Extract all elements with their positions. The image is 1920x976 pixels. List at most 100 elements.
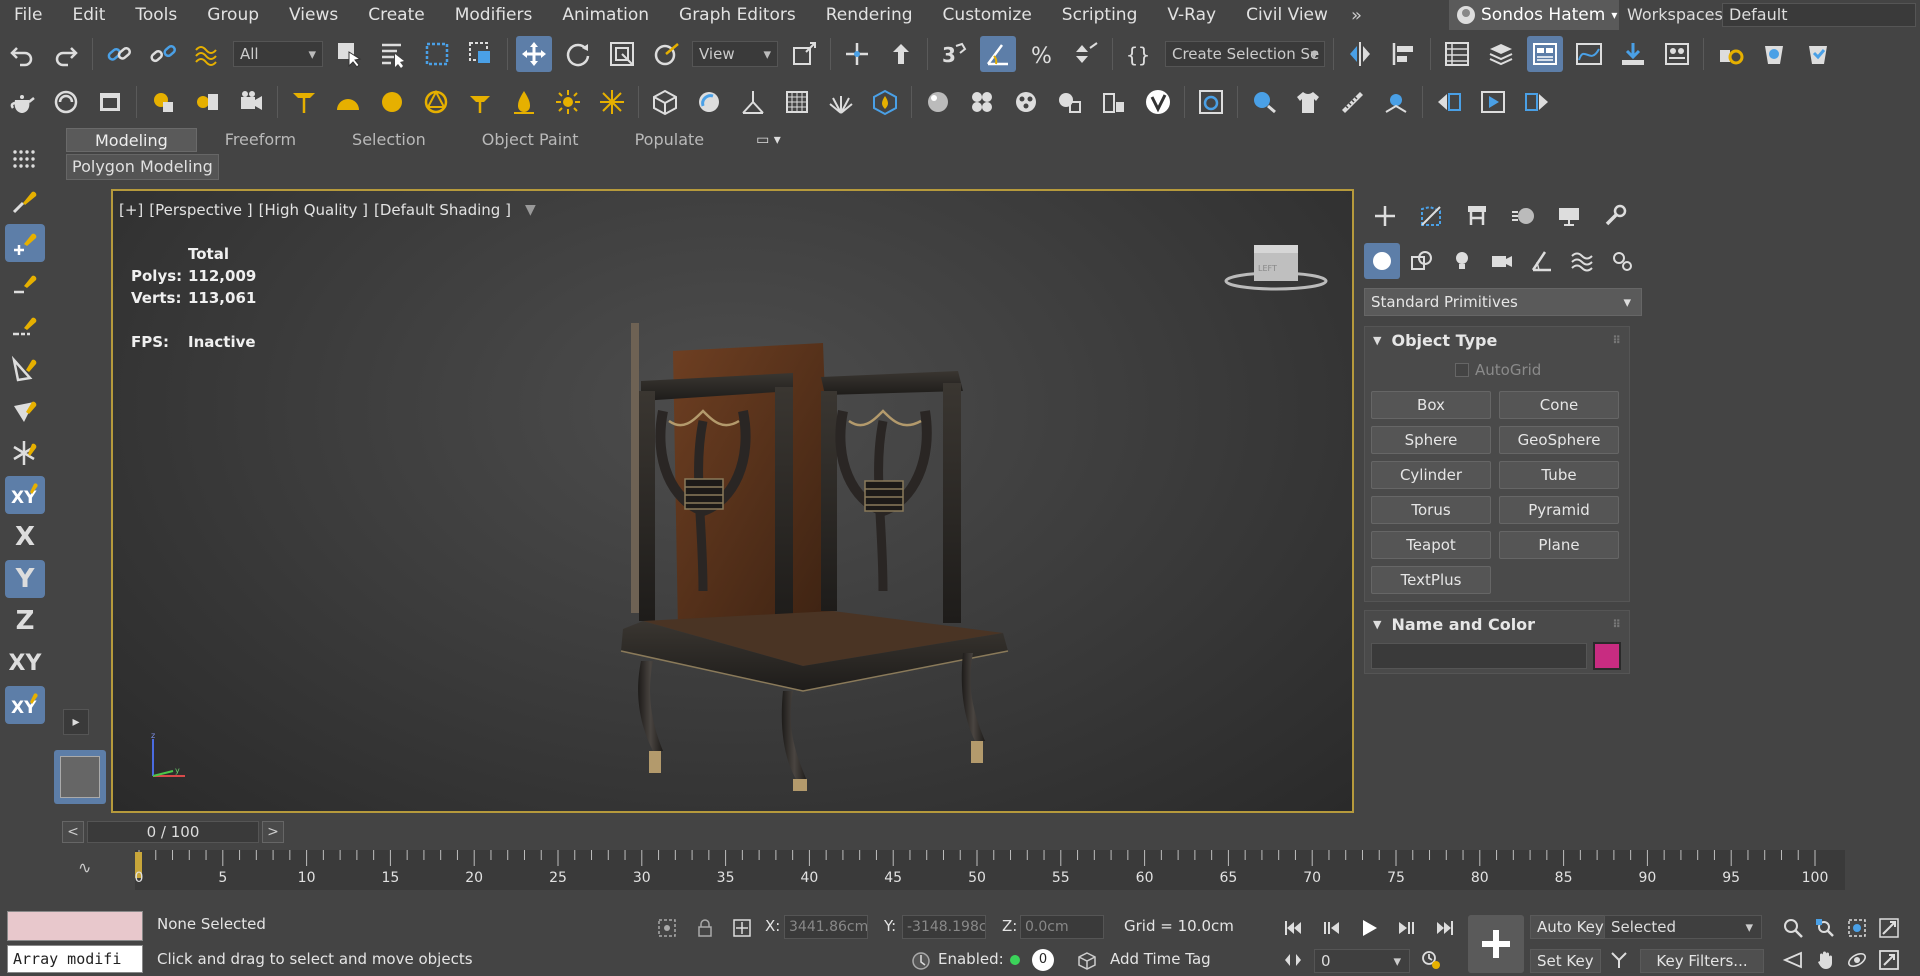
x-coordinate-field[interactable]: 3441.86cm — [784, 915, 868, 939]
time-tag-icon[interactable] — [1074, 948, 1100, 974]
render-production-icon[interactable] — [1800, 36, 1836, 72]
vray-plane-light-icon[interactable] — [286, 84, 322, 120]
paint-subtract-icon[interactable] — [5, 266, 45, 304]
bind-spacewarp-icon[interactable] — [189, 36, 225, 72]
time-configuration-icon[interactable] — [1418, 947, 1444, 973]
axis-constraint-xy-button[interactable]: XY — [5, 644, 45, 682]
perspective-viewport[interactable]: [+] [Perspective ] [High Quality ] [Defa… — [111, 189, 1354, 813]
toggle-ribbon-icon[interactable] — [1527, 36, 1563, 72]
zoom-extents-icon[interactable] — [1844, 915, 1870, 941]
vray-material-override-icon[interactable] — [189, 84, 225, 120]
viewport-quality[interactable]: [High Quality ] — [259, 201, 368, 219]
menu-rendering[interactable]: Rendering — [811, 0, 928, 30]
select-and-scale-icon[interactable] — [604, 36, 640, 72]
viewport-menu-plus[interactable]: [+] — [119, 201, 143, 219]
torus-button[interactable]: Torus — [1371, 496, 1491, 524]
vray-clipper-icon[interactable] — [735, 84, 771, 120]
selection-filter-dropdown[interactable]: All — [233, 41, 323, 67]
layer-explorer-icon[interactable] — [1483, 36, 1519, 72]
user-account-button[interactable]: Sondos Hatem ▾ — [1449, 0, 1619, 30]
paint-connect-icon[interactable] — [5, 224, 45, 262]
y-coordinate-field[interactable]: -3148.198c — [902, 915, 986, 939]
vray-proxy-icon[interactable] — [647, 84, 683, 120]
vray-sphere-light-icon[interactable] — [374, 84, 410, 120]
freeze-snowflake-icon[interactable] — [5, 434, 45, 472]
axis-constraint-xy-flyout-icon[interactable]: XY — [5, 686, 45, 724]
vray-material-converter-icon[interactable] — [1052, 84, 1088, 120]
vray-sun-icon[interactable] — [550, 84, 586, 120]
orbit-icon[interactable] — [1844, 947, 1870, 973]
create-tab-plus-icon[interactable] — [1364, 196, 1406, 236]
maximize-viewport-icon[interactable] — [1876, 947, 1902, 973]
select-and-place-icon[interactable] — [648, 36, 684, 72]
autogrid-checkbox[interactable]: AutoGrid — [1455, 361, 1541, 379]
cylinder-button[interactable]: Cylinder — [1371, 461, 1491, 489]
geosphere-button[interactable]: GeoSphere — [1499, 426, 1619, 454]
vray-frame-buffer-icon[interactable] — [92, 84, 128, 120]
vray-grass-icon[interactable] — [823, 84, 859, 120]
viewport-layout-thumbnail[interactable] — [54, 750, 106, 804]
reference-coordinate-dropdown[interactable]: View — [692, 41, 778, 67]
menu-civil-view[interactable]: Civil View — [1231, 0, 1343, 30]
play-icon[interactable] — [1356, 915, 1382, 941]
viewport-filter-icon[interactable]: ▼ — [525, 202, 536, 218]
angle-snap-toggle-icon[interactable] — [980, 36, 1016, 72]
shapes-category-icon[interactable] — [1404, 243, 1440, 279]
render-setup-icon[interactable] — [1712, 36, 1748, 72]
next-key-icon[interactable] — [1519, 84, 1555, 120]
menu-animation[interactable]: Animation — [547, 0, 664, 30]
key-filters-button[interactable]: Key Filters... — [1640, 949, 1764, 973]
sphere-button[interactable]: Sphere — [1371, 426, 1491, 454]
vray-sky-icon[interactable] — [594, 84, 630, 120]
viewcube-icon[interactable]: LEFT — [1221, 241, 1331, 291]
axis-constraint-xy-paint-icon[interactable]: XY — [5, 476, 45, 514]
pivot-point-center-icon[interactable] — [786, 36, 822, 72]
menu-overflow-chevron-icon[interactable]: » — [1351, 5, 1362, 26]
motion-tab-icon[interactable] — [1502, 196, 1544, 236]
edit-named-selection-icon[interactable]: {} — [1121, 36, 1157, 72]
grid-dots-icon[interactable] — [5, 140, 45, 178]
menu-graph-editors[interactable]: Graph Editors — [664, 0, 811, 30]
mirror-icon[interactable] — [1342, 36, 1378, 72]
menu-create[interactable]: Create — [353, 0, 440, 30]
display-tab-icon[interactable] — [1548, 196, 1590, 236]
tab-selection[interactable]: Selection — [324, 128, 454, 152]
viewport-shading[interactable]: [Default Shading ] — [374, 201, 511, 219]
set-key-button[interactable]: Set Key — [1530, 949, 1601, 973]
absolute-mode-transform-icon[interactable] — [729, 915, 755, 941]
tab-populate[interactable]: Populate — [607, 128, 733, 152]
vray-render-region-icon[interactable] — [1193, 84, 1229, 120]
geometry-category-icon[interactable] — [1364, 243, 1400, 279]
link-icon[interactable] — [101, 36, 137, 72]
window-crossing-icon[interactable] — [463, 36, 499, 72]
workspaces-dropdown[interactable]: Default — [1722, 3, 1916, 27]
object-category-dropdown[interactable]: Standard Primitives — [1364, 288, 1642, 316]
cameras-category-icon[interactable] — [1484, 243, 1520, 279]
cone-button[interactable]: Cone — [1499, 391, 1619, 419]
measure-icon[interactable] — [1334, 84, 1370, 120]
time-slider-next-button[interactable]: > — [262, 821, 284, 843]
tube-button[interactable]: Tube — [1499, 461, 1619, 489]
enabled-count-badge[interactable]: 0 — [1032, 949, 1054, 971]
populate-icon[interactable] — [1246, 84, 1282, 120]
key-mode-toggle-icon[interactable] — [1280, 947, 1306, 973]
vray-sphere-fade-icon[interactable] — [691, 84, 727, 120]
zoom-extents-all-icon[interactable] — [1876, 915, 1902, 941]
viewport-layout-expand-button[interactable]: ▸ — [63, 709, 89, 735]
vray-multimaterial-icon[interactable] — [964, 84, 1000, 120]
brush-tool-icon[interactable] — [5, 182, 45, 220]
set-keys-big-button[interactable] — [1468, 915, 1524, 973]
material-editor-icon[interactable] — [1659, 36, 1695, 72]
lights-category-icon[interactable] — [1444, 243, 1480, 279]
menu-modifiers[interactable]: Modifiers — [440, 0, 548, 30]
named-selection-sets-dropdown[interactable]: Create Selection Se — [1165, 41, 1325, 67]
menu-group[interactable]: Group — [192, 0, 274, 30]
time-slider[interactable]: < 0 / 100 > — [62, 821, 284, 845]
vray-ambient-light-icon[interactable] — [506, 84, 542, 120]
ribbon-panel-polygon-modeling[interactable]: Polygon Modeling — [66, 154, 219, 180]
field-of-view-icon[interactable] — [1780, 947, 1806, 973]
maxscript-mini-listener-input[interactable]: Array modifi — [7, 945, 143, 973]
vray-texture-icon[interactable] — [1008, 84, 1044, 120]
vray-render-icon[interactable] — [48, 84, 84, 120]
selection-lock-icon[interactable] — [692, 915, 718, 941]
